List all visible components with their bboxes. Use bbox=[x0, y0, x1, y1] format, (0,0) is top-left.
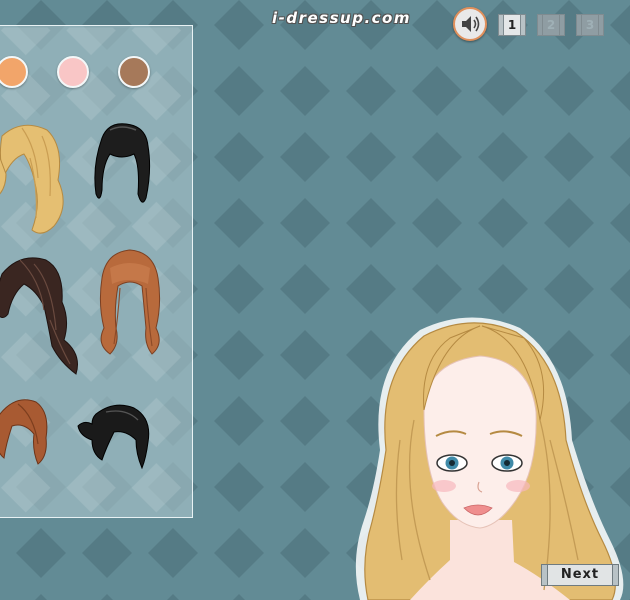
page-2-button[interactable]: 2 bbox=[537, 14, 565, 36]
page-3-label: 3 bbox=[581, 14, 599, 36]
hair-option-auburn-bangs[interactable] bbox=[92, 248, 168, 360]
page-1-label: 1 bbox=[503, 14, 521, 36]
page-2-label: 2 bbox=[542, 14, 560, 36]
next-button-label: Next bbox=[547, 564, 613, 586]
speaker-icon bbox=[462, 16, 480, 32]
next-button[interactable]: Next bbox=[541, 564, 619, 586]
page-3-button[interactable]: 3 bbox=[576, 14, 604, 36]
hair-option-blonde-wavy[interactable] bbox=[0, 118, 72, 240]
doll-model bbox=[355, 317, 624, 600]
hair-option-black-updo[interactable] bbox=[88, 120, 156, 212]
skin-swatch-tan[interactable] bbox=[118, 56, 150, 88]
site-logo[interactable]: i-dressup.com bbox=[272, 9, 411, 27]
hair-option-dark-brown-long[interactable] bbox=[0, 250, 90, 380]
page-1-button[interactable]: 1 bbox=[498, 14, 526, 36]
skin-swatch-pink[interactable] bbox=[57, 56, 89, 88]
sound-toggle-button[interactable] bbox=[453, 7, 487, 41]
hair-option-black-ponytail[interactable] bbox=[76, 400, 160, 472]
hair-option-auburn-short[interactable] bbox=[0, 394, 54, 468]
